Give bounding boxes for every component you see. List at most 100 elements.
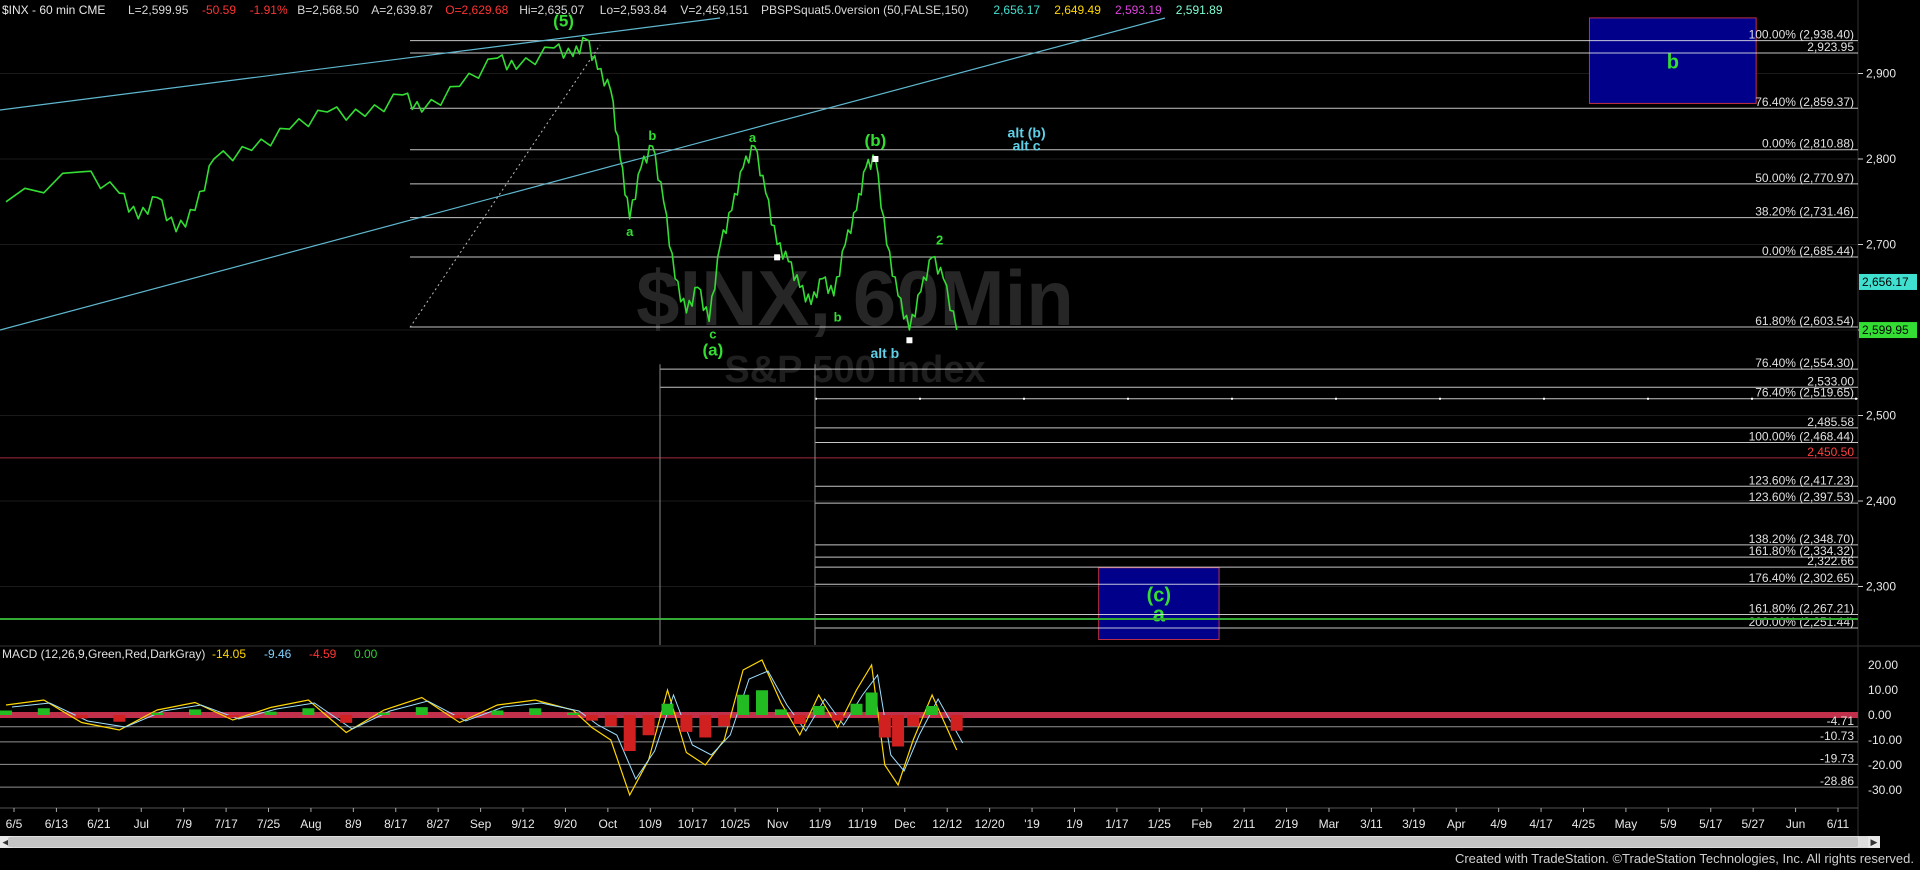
fib-label: 161.80% (2,267.21) xyxy=(1749,602,1854,616)
macd-histogram-bar xyxy=(264,711,277,715)
wave-label: b xyxy=(648,128,656,143)
macd-tick-label: -10.00 xyxy=(1868,733,1902,747)
time-tick-label: 2/19 xyxy=(1275,817,1299,831)
macd-histogram-bar xyxy=(189,709,201,715)
time-tick-label: 10/17 xyxy=(678,817,708,831)
fib-label: 100.00% (2,468.44) xyxy=(1749,429,1854,443)
macd-histogram-bar xyxy=(892,715,905,747)
fib-label: 123.60% (2,417.23) xyxy=(1749,473,1854,487)
macd-level-label: -19.73 xyxy=(1820,751,1854,765)
time-tick-label: Nov xyxy=(767,817,788,831)
time-tick-label: 3/19 xyxy=(1402,817,1426,831)
fib-label: 50.00% (2,770.97) xyxy=(1755,171,1854,185)
time-tick-label: 4/25 xyxy=(1572,817,1596,831)
macd-histogram-bar xyxy=(302,708,315,715)
macd-tick-label: 10.00 xyxy=(1868,683,1898,697)
time-tick-label: 3/11 xyxy=(1360,817,1383,831)
time-tick-label: 8/27 xyxy=(427,817,451,831)
time-tick-label: 9/12 xyxy=(511,817,535,831)
time-tick-label: 5/9 xyxy=(1660,817,1677,831)
ohlc-value: Hi=2,635.07 xyxy=(519,3,584,17)
time-tick-label: Feb xyxy=(1191,817,1212,831)
time-tick-label: 11/19 xyxy=(848,817,877,831)
fib-label: 0.00% (2,810.88) xyxy=(1762,137,1854,151)
fib-label: 38.20% (2,731.46) xyxy=(1755,205,1854,219)
macd-histogram-bar xyxy=(878,715,891,738)
macd-level-label: -28.86 xyxy=(1820,774,1854,788)
time-tick-label: 7/25 xyxy=(257,817,281,831)
fib-label: 76.40% (2,859.37) xyxy=(1755,95,1854,109)
macd-histogram-bar xyxy=(756,690,768,715)
fib-label: 2,923.95 xyxy=(1807,40,1854,54)
fib-label: 2,485.58 xyxy=(1807,415,1854,429)
macd-histogram-bar xyxy=(113,715,126,722)
macd-histogram-bar xyxy=(567,712,579,715)
ohlc-value: V=2,459,151 xyxy=(680,3,749,17)
macd-histogram-bar xyxy=(850,703,863,715)
time-tick-label: 11/9 xyxy=(809,817,832,831)
time-tick-label: 6/11 xyxy=(1827,817,1850,831)
time-tick-label: 10/25 xyxy=(720,817,750,831)
macd-histogram-bar xyxy=(415,707,428,715)
fib-label: 176.40% (2,302.65) xyxy=(1749,571,1854,585)
price-tick-label: 2,900 xyxy=(1866,67,1896,81)
ohlc-value: -1.91% xyxy=(250,3,288,17)
macd-histogram-bar xyxy=(642,715,655,736)
ohlc-value: A=2,639.87 xyxy=(371,3,433,17)
scroll-thumb[interactable] xyxy=(8,837,1858,847)
time-tick-label: 6/5 xyxy=(6,817,23,831)
time-tick-label: 8/9 xyxy=(345,817,362,831)
macd-histogram-bar xyxy=(907,715,920,727)
price-tag-label: 2,656.17 xyxy=(1862,275,1909,289)
pivot-marker xyxy=(774,254,781,261)
horizontal-scrollbar[interactable]: ◀ ▶ xyxy=(0,836,1880,848)
macd-histogram-bar xyxy=(812,706,825,715)
time-tick-label: 5/27 xyxy=(1741,817,1765,831)
symbol-label: $INX - 60 min CME xyxy=(2,3,105,17)
fib-label: 76.40% (2,554.30) xyxy=(1755,356,1854,370)
macd-histogram-bar xyxy=(950,715,963,731)
time-tick-label: Dec xyxy=(894,817,915,831)
macd-histogram-bar xyxy=(793,715,806,724)
macd-histogram-bar xyxy=(75,715,88,719)
fib-label: 76.40% (2,519.65) xyxy=(1755,386,1854,400)
wave-label: alt c xyxy=(1013,137,1041,153)
macd-level-label: -4.71 xyxy=(1827,714,1855,728)
fib-label: 61.80% (2,603.54) xyxy=(1755,314,1854,328)
stock-chart: $INX, 60Min S&P 500 Index b(c)a 100.00% … xyxy=(0,0,1920,836)
fib-label: 2,322.66 xyxy=(1807,554,1854,568)
time-tick-label: 1/17 xyxy=(1105,817,1129,831)
time-tick-label: 9/20 xyxy=(554,817,578,831)
time-tick-label: Oct xyxy=(599,817,618,831)
scroll-right-arrow-icon[interactable]: ▶ xyxy=(1868,836,1880,848)
macd-histogram-bar xyxy=(661,703,674,715)
wave-label: a xyxy=(626,224,634,239)
time-tick-label: Sep xyxy=(470,817,492,831)
time-tick-label: 6/21 xyxy=(87,817,111,831)
macd-histogram-bar xyxy=(604,715,617,727)
price-tick-label: 2,300 xyxy=(1866,580,1896,594)
ohlc-value: B=2,568.50 xyxy=(297,3,359,17)
wave-label: c xyxy=(709,327,716,342)
time-tick-label: 4/9 xyxy=(1490,817,1507,831)
macd-histogram-bar xyxy=(340,715,353,723)
macd-histogram-bar xyxy=(831,715,844,721)
time-tick-label: Apr xyxy=(1447,817,1466,831)
time-tick-label: 6/13 xyxy=(45,817,69,831)
macd-histogram-bar xyxy=(926,706,939,715)
time-tick-label: May xyxy=(1615,817,1638,831)
fib-label: 200.00% (2,251.44) xyxy=(1749,615,1854,629)
price-tick-label: 2,500 xyxy=(1866,409,1896,423)
ohlc-value: 2,593.19 xyxy=(1115,3,1162,17)
price-tick-label: 2,400 xyxy=(1866,494,1896,508)
time-tick-label: 10/9 xyxy=(639,817,663,831)
ohlc-value: -50.59 xyxy=(202,3,236,17)
ohlc-value: L=2,599.95 xyxy=(128,3,189,17)
macd-tick-label: -20.00 xyxy=(1868,758,1902,772)
time-tick-label: 1/25 xyxy=(1148,817,1172,831)
wave-label: (a) xyxy=(702,341,723,360)
pivot-marker xyxy=(906,337,913,344)
wave-label: b xyxy=(834,309,842,324)
ohlc-value: 2,649.49 xyxy=(1054,3,1101,17)
macd-histogram-bar xyxy=(585,715,598,721)
